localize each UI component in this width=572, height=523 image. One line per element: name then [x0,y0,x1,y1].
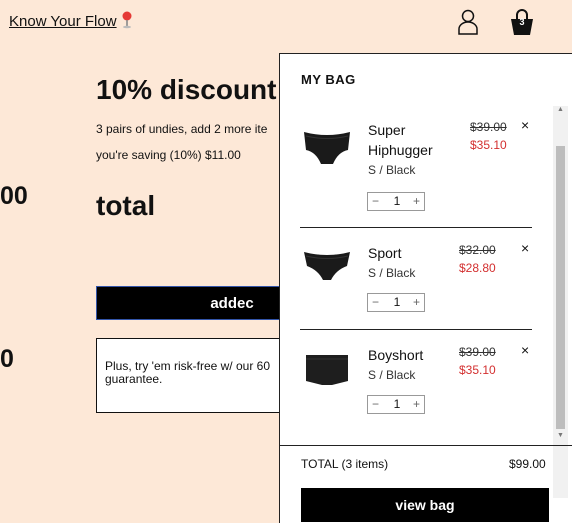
quantity-stepper: − 1 + [367,395,425,414]
sale-price: $28.80 [459,261,496,275]
sport-product-image [304,252,350,280]
location-pin-icon [122,11,132,29]
guarantee-box: Plus, try 'em risk-free w/ our 60 guaran… [96,338,296,413]
cropped-price-bottom: 0 [0,345,14,373]
decrease-quantity-button[interactable]: − [372,397,379,411]
cart-total-label: TOTAL (3 items) [301,457,389,471]
cart-title: MY BAG [301,72,356,87]
item-name[interactable]: Sport [368,243,454,263]
hiphugger-product-image [304,132,350,164]
item-variant: S / Black [368,163,416,177]
remove-item-icon[interactable]: × [521,117,529,133]
item-variant: S / Black [368,368,416,382]
view-bag-button[interactable]: view bag [301,488,549,522]
scroll-up-arrow-icon[interactable]: ▲ [557,106,564,113]
original-price: $39.00 [470,120,507,134]
cart-item: Super Hiphugger S / Black $39.00 $35.10 … [300,106,532,228]
cart-scrollbar[interactable]: ▲ ▼ [553,106,568,498]
cart-drawer: MY BAG Super Hiphugger S / Black $39.00 … [279,53,572,523]
increase-quantity-button[interactable]: + [413,397,420,411]
cropped-price-top: 00 [0,182,28,210]
sale-price: $35.10 [470,138,507,152]
added-button-label: addec [210,294,254,312]
item-variant: S / Black [368,266,416,280]
quantity-stepper: − 1 + [367,192,425,211]
increase-quantity-button[interactable]: + [413,295,420,309]
remove-item-icon[interactable]: × [521,342,529,358]
cart-total-value: $99.00 [509,457,546,471]
decrease-quantity-button[interactable]: − [372,194,379,208]
quantity-value[interactable]: 1 [392,295,402,309]
cart-item: Boyshort S / Black $39.00 $35.10 × − 1 + [300,329,532,439]
increase-quantity-button[interactable]: + [413,194,420,208]
savings-text: you're saving (10%) $11.00 [96,148,241,162]
sale-price: $35.10 [459,363,496,377]
know-your-flow-link[interactable]: Know Your Flow [9,13,117,30]
discount-description: 3 pairs of undies, add 2 more ite [96,122,268,136]
user-icon[interactable] [456,8,480,36]
quantity-value[interactable]: 1 [392,194,402,208]
scrollbar-thumb[interactable] [556,146,565,429]
bag-count-badge: 3 [519,17,525,27]
decrease-quantity-button[interactable]: − [372,295,379,309]
cart-items-list: Super Hiphugger S / Black $39.00 $35.10 … [280,106,570,496]
cart-divider [280,445,572,446]
scroll-down-arrow-icon[interactable]: ▼ [557,432,564,439]
item-name[interactable]: Super Hiphugger [368,120,454,160]
cart-item: Sport S / Black $32.00 $28.80 × − 1 + [300,227,532,330]
boyshort-product-image [306,355,348,385]
original-price: $39.00 [459,345,496,359]
total-heading: total [96,190,156,221]
top-bar: Know Your Flow 3 [0,0,572,44]
quantity-stepper: − 1 + [367,293,425,312]
original-price: $32.00 [459,243,496,257]
item-name[interactable]: Boyshort [368,345,454,365]
added-to-bag-button[interactable]: addec [96,286,296,320]
discount-heading: 10% discount [96,74,277,105]
remove-item-icon[interactable]: × [521,240,529,256]
guarantee-text: Plus, try 'em risk-free w/ our 60 guaran… [105,359,270,386]
quantity-value[interactable]: 1 [392,397,402,411]
